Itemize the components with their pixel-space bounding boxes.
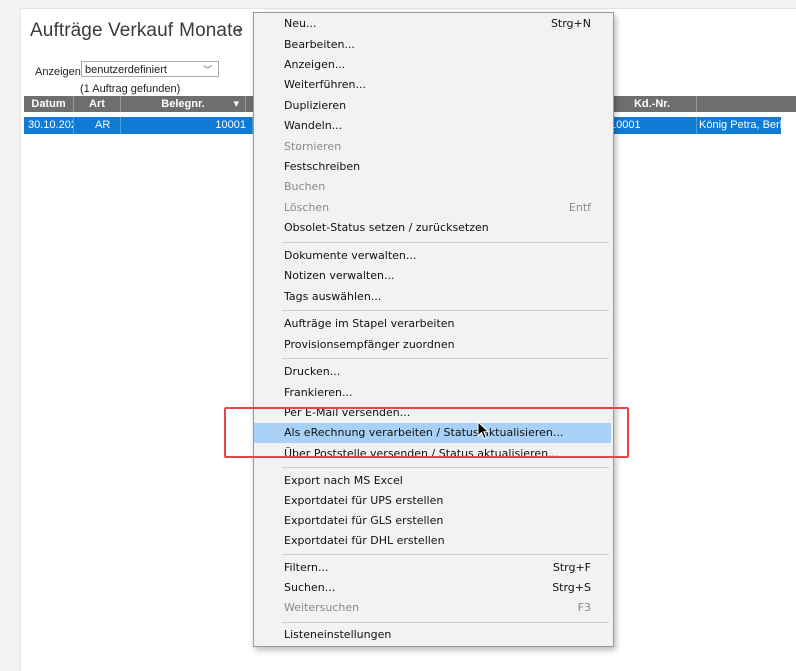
menu-item-dokumente-verwalten[interactable]: Dokumente verwalten... bbox=[254, 246, 611, 266]
menu-item-label: Duplizieren bbox=[284, 99, 347, 112]
menu-item-tags-auswaehlen[interactable]: Tags auswählen... bbox=[254, 287, 611, 307]
menu-item-drucken[interactable]: Drucken... bbox=[254, 362, 611, 382]
column-header-belegnr-label: Belegnr. bbox=[161, 98, 205, 110]
column-header-name[interactable] bbox=[697, 96, 796, 112]
annotation-highlight-box bbox=[224, 407, 629, 458]
menu-separator bbox=[282, 467, 609, 468]
menu-separator bbox=[282, 554, 609, 555]
menu-item-notizen-verwalten[interactable]: Notizen verwalten... bbox=[254, 266, 611, 286]
menu-item-stornieren: Stornieren bbox=[254, 137, 611, 157]
menu-separator bbox=[282, 622, 609, 623]
menu-item-label: Filtern... bbox=[284, 561, 329, 574]
menu-item-label: Weiterführen... bbox=[284, 78, 366, 91]
menu-item-export-gls[interactable]: Exportdatei für GLS erstellen bbox=[254, 511, 611, 531]
menu-item-label: Export nach MS Excel bbox=[284, 474, 403, 487]
cell-name: König Petra, Berlin bbox=[699, 119, 781, 131]
menu-item-shortcut: Strg+F bbox=[552, 561, 591, 574]
menu-item-obsolet-status[interactable]: Obsolet-Status setzen / zurücksetzen bbox=[254, 218, 611, 238]
menu-item-loeschen: Löschen Entf bbox=[254, 198, 611, 218]
menu-item-provisionsempfaenger[interactable]: Provisionsempfänger zuordnen bbox=[254, 335, 611, 355]
chevron-down-icon[interactable]: ▾ bbox=[237, 26, 242, 37]
filter-select-value: benutzerdefiniert bbox=[85, 64, 167, 76]
page-title-text: Aufträge Verkauf bbox=[30, 20, 174, 41]
cell-art: AR bbox=[74, 117, 121, 134]
menu-item-label: Exportdatei für DHL erstellen bbox=[284, 534, 445, 547]
menu-item-wandeln[interactable]: Wandeln... bbox=[254, 116, 611, 136]
mouse-cursor-icon bbox=[477, 421, 490, 440]
menu-item-export-dhl[interactable]: Exportdatei für DHL erstellen bbox=[254, 531, 611, 551]
menu-item-duplizieren[interactable]: Duplizieren bbox=[254, 96, 611, 116]
menu-item-shortcut: Strg+N bbox=[550, 17, 591, 30]
column-header-datum[interactable]: Datum bbox=[24, 96, 74, 112]
result-count: (1 Auftrag gefunden) bbox=[80, 83, 181, 95]
column-header-belegnr[interactable]: Belegnr. ▾ bbox=[121, 96, 246, 112]
menu-item-label: Weitersuchen bbox=[284, 601, 360, 614]
menu-item-label: Löschen bbox=[284, 201, 330, 214]
menu-item-label: Frankieren... bbox=[284, 386, 353, 399]
menu-item-label: Wandeln... bbox=[284, 119, 343, 132]
cell-belegnr: 10001 bbox=[121, 117, 253, 134]
menu-item-shortcut: Strg+S bbox=[552, 581, 591, 594]
menu-item-label: Aufträge im Stapel verarbeiten bbox=[284, 317, 455, 330]
menu-item-shortcut: Entf bbox=[568, 201, 591, 214]
menu-item-label: Suchen... bbox=[284, 581, 336, 594]
page-title: Aufträge Verkauf Monate bbox=[30, 20, 243, 42]
menu-item-anzeigen[interactable]: Anzeigen... bbox=[254, 55, 611, 75]
menu-item-label: Bearbeiten... bbox=[284, 38, 355, 51]
cell-kdnr: 10001 bbox=[608, 117, 697, 134]
menu-separator bbox=[282, 242, 609, 243]
menu-item-festschreiben[interactable]: Festschreiben bbox=[254, 157, 611, 177]
menu-item-label: Obsolet-Status setzen / zurücksetzen bbox=[284, 221, 489, 234]
menu-item-export-ups[interactable]: Exportdatei für UPS erstellen bbox=[254, 491, 611, 511]
menu-item-label: Tags auswählen... bbox=[284, 290, 382, 303]
sort-icon: ▾ bbox=[233, 98, 239, 110]
menu-item-stapel-verarbeiten[interactable]: Aufträge im Stapel verarbeiten bbox=[254, 314, 611, 334]
menu-item-label: Exportdatei für UPS erstellen bbox=[284, 494, 444, 507]
cell-datum: 30.10.2024 bbox=[24, 117, 74, 134]
menu-item-suchen[interactable]: Suchen... Strg+S bbox=[254, 578, 611, 598]
menu-item-label: Notizen verwalten... bbox=[284, 269, 395, 282]
menu-item-label: Festschreiben bbox=[284, 160, 361, 173]
menu-item-label: Buchen bbox=[284, 180, 326, 193]
menu-item-listeneinstellungen[interactable]: Listeneinstellungen bbox=[254, 625, 611, 645]
menu-item-weiterfuehren[interactable]: Weiterführen... bbox=[254, 75, 611, 95]
menu-item-label: Neu... bbox=[284, 17, 317, 30]
filter-label: Anzeigen: bbox=[35, 66, 84, 78]
menu-separator bbox=[282, 310, 609, 311]
mode-selector[interactable]: Monate bbox=[179, 20, 243, 41]
menu-item-weitersuchen: Weitersuchen F3 bbox=[254, 598, 611, 618]
menu-item-label: Drucken... bbox=[284, 365, 341, 378]
menu-item-label: Stornieren bbox=[284, 140, 342, 153]
menu-item-bearbeiten[interactable]: Bearbeiten... bbox=[254, 35, 611, 55]
menu-item-label: Exportdatei für GLS erstellen bbox=[284, 514, 444, 527]
menu-item-filtern[interactable]: Filtern... Strg+F bbox=[254, 558, 611, 578]
context-menu: Neu... Strg+N Bearbeiten... Anzeigen... … bbox=[253, 12, 614, 647]
menu-item-label: Listeneinstellungen bbox=[284, 628, 392, 641]
menu-item-neu[interactable]: Neu... Strg+N bbox=[254, 14, 611, 34]
menu-separator bbox=[282, 358, 609, 359]
column-header-kdnr[interactable]: Kd.-Nr. bbox=[608, 96, 697, 112]
menu-item-label: Dokumente verwalten... bbox=[284, 249, 417, 262]
menu-item-frankieren[interactable]: Frankieren... bbox=[254, 383, 611, 403]
menu-item-label: Anzeigen... bbox=[284, 58, 346, 71]
filter-select[interactable]: benutzerdefiniert ﹀ bbox=[81, 61, 219, 77]
column-header-art[interactable]: Art bbox=[74, 96, 121, 112]
menu-item-shortcut: F3 bbox=[577, 601, 591, 614]
menu-item-export-excel[interactable]: Export nach MS Excel bbox=[254, 471, 611, 491]
menu-item-label: Provisionsempfänger zuordnen bbox=[284, 338, 455, 351]
chevron-down-icon: ﹀ bbox=[202, 65, 212, 75]
menu-item-buchen: Buchen bbox=[254, 177, 611, 197]
